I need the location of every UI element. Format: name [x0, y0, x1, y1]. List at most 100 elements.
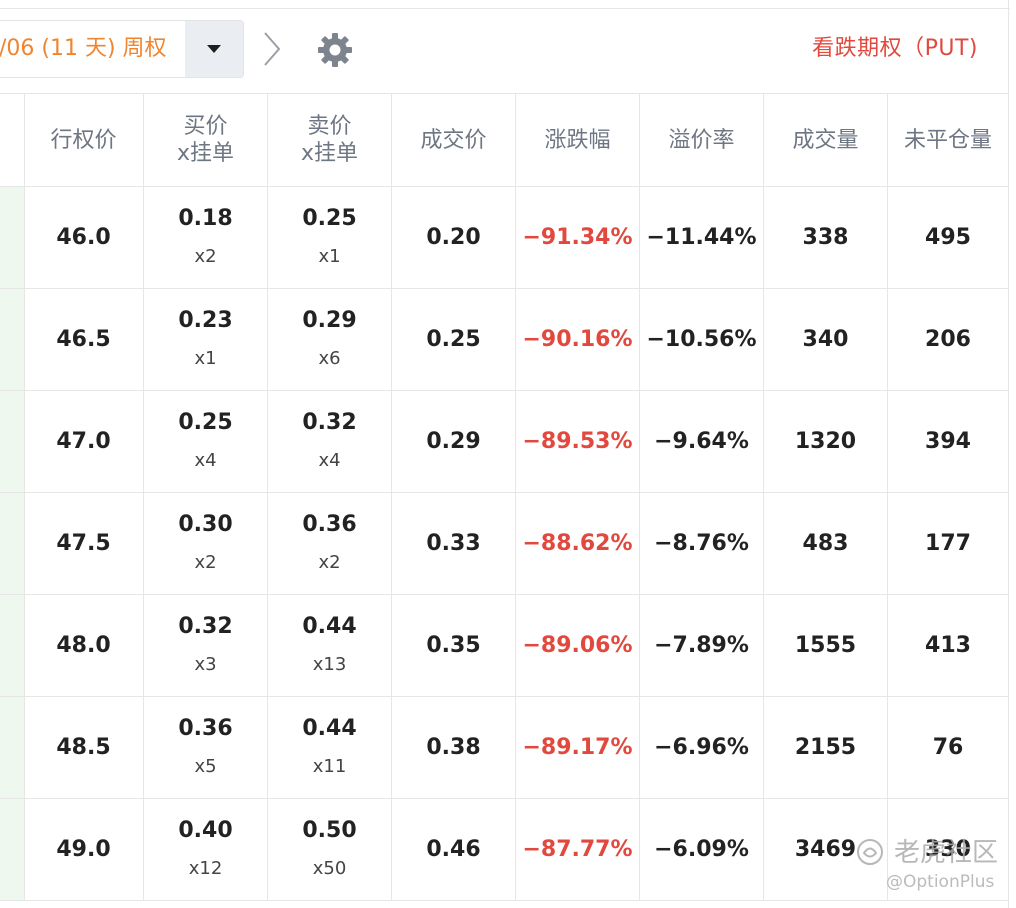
right-divider — [1008, 0, 1009, 908]
volume-cell: 1555 — [794, 633, 857, 658]
bid-price: 0.36 — [178, 715, 233, 741]
header-premium[interactable]: 溢价率 — [640, 94, 763, 186]
strike-cell: 46.0 — [56, 225, 111, 250]
bid-price: 0.23 — [178, 307, 233, 333]
last-price-cell: 0.46 — [426, 837, 481, 862]
expiry-date-label: /06 (11 天) 周权 — [0, 36, 167, 61]
bid-size: x5 — [194, 755, 217, 777]
column-divider — [639, 93, 640, 901]
column-divider — [763, 93, 764, 901]
open-interest-cell: 177 — [925, 531, 971, 556]
header-bid[interactable]: 买价 x挂单 — [144, 94, 267, 186]
bid-price: 0.18 — [178, 205, 233, 231]
table-row[interactable]: 46.5 0.23 x1 0.29 x6 0.25 −90.16% −10.56% 340 206 — [0, 289, 1008, 391]
ask-price: 0.36 — [302, 511, 357, 537]
change-cell: −90.16% — [522, 327, 633, 352]
bid-price: 0.32 — [178, 613, 233, 639]
strike-cell: 47.0 — [56, 429, 111, 454]
ask-cell: 0.44 x11 — [268, 697, 391, 798]
strike-cell: 47.5 — [56, 531, 111, 556]
expiry-date-select[interactable]: /06 (11 天) 周权 — [0, 20, 244, 78]
header-volume[interactable]: 成交量 — [764, 94, 887, 186]
bid-cell: 0.32 x3 — [144, 595, 267, 696]
ask-size: x11 — [312, 755, 347, 777]
ask-size: x50 — [312, 857, 347, 879]
open-interest-cell: 495 — [925, 225, 971, 250]
header-strike[interactable]: 行权价 — [24, 94, 143, 186]
change-cell: −91.34% — [522, 225, 633, 250]
table-row[interactable]: 47.5 0.30 x2 0.36 x2 0.33 −88.62% −8.76% 483 177 — [0, 493, 1008, 595]
bid-cell: 0.40 x12 — [144, 799, 267, 900]
header-change[interactable]: 涨跌幅 — [516, 94, 639, 186]
open-interest-cell: 394 — [925, 429, 971, 454]
volume-cell: 3469 — [794, 837, 857, 862]
bid-cell: 0.36 x5 — [144, 697, 267, 798]
put-options-title[interactable]: 看跌期权（PUT) — [812, 31, 978, 67]
table-row[interactable]: 48.5 0.36 x5 0.44 x11 0.38 −89.17% −6.96% 2155 76 — [0, 697, 1008, 799]
ask-size: x1 — [318, 245, 341, 267]
premium-cell: −7.89% — [654, 633, 749, 658]
ask-cell: 0.36 x2 — [268, 493, 391, 594]
column-divider — [267, 93, 268, 901]
column-divider — [143, 93, 144, 901]
column-divider — [391, 93, 392, 901]
ask-size: x4 — [318, 449, 341, 471]
bid-size: x1 — [194, 347, 217, 369]
table-row[interactable]: 46.0 0.18 x2 0.25 x1 0.20 −91.34% −11.44% 338 495 — [0, 187, 1008, 289]
volume-cell: 338 — [802, 225, 849, 250]
ask-cell: 0.29 x6 — [268, 289, 391, 390]
table-row[interactable]: 47.0 0.25 x4 0.32 x4 0.29 −89.53% −9.64% 1320 394 — [0, 391, 1008, 493]
open-interest-cell: 206 — [925, 327, 971, 352]
ask-price: 0.29 — [302, 307, 357, 333]
premium-cell: −6.96% — [654, 735, 749, 760]
premium-cell: −11.44% — [646, 225, 757, 250]
last-price-cell: 0.38 — [426, 735, 481, 760]
bid-size: x3 — [194, 653, 217, 675]
column-divider — [515, 93, 516, 901]
premium-cell: −9.64% — [654, 429, 749, 454]
last-price-cell: 0.29 — [426, 429, 481, 454]
volume-cell: 483 — [802, 531, 849, 556]
change-cell: −89.06% — [522, 633, 633, 658]
strike-cell: 48.5 — [56, 735, 111, 760]
header-last-price[interactable]: 成交价 — [392, 94, 515, 186]
options-toolbar: /06 (11 天) 周权 看跌期权（PUT) — [0, 9, 1008, 93]
caret-down-icon[interactable] — [185, 21, 243, 77]
gear-icon[interactable] — [315, 30, 355, 70]
chevron-right-icon[interactable] — [256, 29, 288, 69]
ask-cell: 0.44 x13 — [268, 595, 391, 696]
bid-price: 0.30 — [178, 511, 233, 537]
bid-cell: 0.30 x2 — [144, 493, 267, 594]
ask-size: x13 — [312, 653, 347, 675]
change-cell: −87.77% — [522, 837, 633, 862]
volume-cell: 340 — [802, 327, 849, 352]
volume-cell: 1320 — [794, 429, 857, 454]
header-open-interest[interactable]: 未平仓量 — [888, 94, 1008, 186]
last-price-cell: 0.25 — [426, 327, 481, 352]
volume-cell: 2155 — [794, 735, 857, 760]
bid-size: x2 — [194, 551, 217, 573]
column-divider — [887, 93, 888, 901]
change-cell: −89.17% — [522, 735, 633, 760]
header-ask[interactable]: 卖价 x挂单 — [268, 94, 391, 186]
last-price-cell: 0.20 — [426, 225, 481, 250]
ask-cell: 0.25 x1 — [268, 187, 391, 288]
last-price-cell: 0.35 — [426, 633, 481, 658]
premium-cell: −10.56% — [646, 327, 757, 352]
strike-cell: 48.0 — [56, 633, 111, 658]
open-interest-cell: 76 — [932, 735, 964, 760]
bid-cell: 0.23 x1 — [144, 289, 267, 390]
open-interest-cell: 413 — [925, 633, 971, 658]
bid-price: 0.40 — [178, 817, 233, 843]
ask-size: x2 — [318, 551, 341, 573]
strike-cell: 46.5 — [56, 327, 111, 352]
table-row[interactable]: 48.0 0.32 x3 0.44 x13 0.35 −89.06% −7.89% 1555 41… — [0, 595, 1008, 697]
change-cell: −88.62% — [522, 531, 633, 556]
bid-size: x12 — [188, 857, 223, 879]
bid-size: x4 — [194, 449, 217, 471]
table-row[interactable]: 49.0 0.40 x12 0.50 x50 0.46 −87.77% −6.09% 3469 3… — [0, 799, 1008, 901]
premium-cell: −8.76% — [654, 531, 749, 556]
ask-cell: 0.32 x4 — [268, 391, 391, 492]
ask-price: 0.50 — [302, 817, 357, 843]
bid-size: x2 — [194, 245, 217, 267]
